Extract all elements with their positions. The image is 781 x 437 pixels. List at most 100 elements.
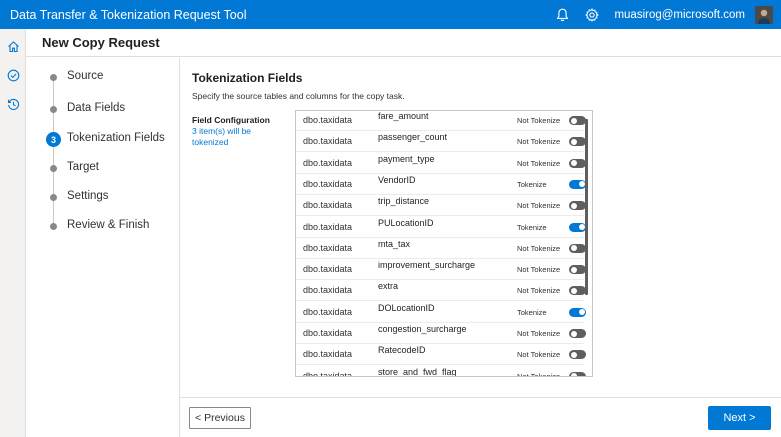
field-column-name: congestion_surcharge xyxy=(378,324,467,334)
next-button[interactable]: Next > xyxy=(708,406,771,430)
tokenize-toggle[interactable] xyxy=(569,307,586,317)
toggle-knob xyxy=(570,287,577,294)
field-table-name: dbo.taxidata xyxy=(303,370,353,377)
wizard-stepper: Source Data Fields 3 Tokenization Fields… xyxy=(26,58,180,437)
user-email[interactable]: muasirog@microsoft.com xyxy=(614,9,745,21)
tokenize-toggle[interactable] xyxy=(569,371,586,376)
step-label: Review & Finish xyxy=(67,219,150,231)
toggle-knob xyxy=(578,309,585,316)
tokenize-toggle[interactable] xyxy=(569,201,586,211)
tokenize-toggle[interactable] xyxy=(569,116,586,125)
section-title: Tokenization Fields xyxy=(192,71,303,85)
field-list[interactable]: dbo.taxidata fare_amount Not Tokenize dbo.t… xyxy=(295,110,593,377)
step-label: Target xyxy=(67,161,99,173)
left-nav-rail xyxy=(0,29,26,437)
page-header: New Copy Request xyxy=(26,29,781,57)
field-table-name: dbo.taxidata xyxy=(303,178,353,189)
app-title: Data Transfer & Tokenization Request Too… xyxy=(10,7,247,22)
field-table-name: dbo.taxidata xyxy=(303,200,353,211)
field-table-name: dbo.taxidata xyxy=(303,115,353,125)
tokenize-toggle[interactable] xyxy=(569,137,586,147)
step-label: Data Fields xyxy=(67,102,126,114)
field-token-status: Not Tokenize xyxy=(517,158,561,168)
field-row: dbo.taxidata PULocationID Tokenize xyxy=(296,217,586,238)
field-row: dbo.taxidata trip_distance Not Tokenize xyxy=(296,195,586,217)
avatar[interactable] xyxy=(755,5,773,24)
step-tokenization-fields[interactable]: 3 Tokenization Fields xyxy=(26,130,180,150)
toggle-knob xyxy=(570,202,577,209)
field-row: dbo.taxidata payment_type Not Tokenize xyxy=(296,153,586,174)
field-column-name: PULocationID xyxy=(378,217,434,228)
toggle-knob xyxy=(578,224,585,230)
toggle-knob xyxy=(570,373,577,376)
bell-icon[interactable] xyxy=(554,7,570,23)
page-title: New Copy Request xyxy=(42,35,160,50)
field-row: dbo.taxidata congestion_surcharge Not Toke… xyxy=(296,323,586,344)
previous-button[interactable]: < Previous xyxy=(189,407,251,429)
step-dot xyxy=(50,223,57,230)
home-icon[interactable] xyxy=(5,38,21,54)
gear-icon[interactable] xyxy=(584,7,600,23)
tokenize-toggle[interactable] xyxy=(569,350,586,360)
step-label: Source xyxy=(67,70,104,82)
step-dot xyxy=(50,194,57,201)
toggle-knob xyxy=(570,138,577,145)
field-table-name: dbo.taxidata xyxy=(303,157,353,168)
toggle-knob xyxy=(570,351,577,358)
field-column-name: extra xyxy=(378,281,399,292)
step-label: Tokenization Fields xyxy=(67,132,165,144)
field-token-status: Not Tokenize xyxy=(517,201,561,211)
field-row: dbo.taxidata fare_amount Not Tokenize xyxy=(296,111,586,131)
field-column-name: fare_amount xyxy=(378,111,429,121)
main-content: Tokenization Fields Specify the source t… xyxy=(180,58,781,397)
field-table-name: dbo.taxidata xyxy=(303,328,353,338)
tokenize-toggle[interactable] xyxy=(569,286,586,296)
field-table-name: dbo.taxidata xyxy=(303,221,353,232)
tokenize-toggle[interactable] xyxy=(569,158,586,168)
field-table-name: dbo.taxidata xyxy=(303,349,353,360)
toggle-knob xyxy=(570,330,577,337)
field-row: dbo.taxidata passenger_count Not Tokenize xyxy=(296,131,586,153)
field-column-name: mta_tax xyxy=(378,238,411,249)
field-column-name: improvement_surcharge xyxy=(378,260,476,271)
field-row: dbo.taxidata VendorID Tokenize xyxy=(296,174,586,195)
field-table-name: dbo.taxidata xyxy=(303,306,353,317)
footer-bar: < Previous Next > xyxy=(180,397,781,437)
field-token-status: Not Tokenize xyxy=(517,116,561,125)
field-column-name: VendorID xyxy=(378,174,416,185)
top-bar: Data Transfer & Tokenization Request Too… xyxy=(0,0,781,29)
field-row: dbo.taxidata improvement_surcharge Not Tok… xyxy=(296,259,586,281)
step-data-fields[interactable]: Data Fields xyxy=(26,100,180,120)
tokenize-toggle[interactable] xyxy=(569,222,586,232)
tokenize-toggle[interactable] xyxy=(569,179,586,189)
field-table-name: dbo.taxidata xyxy=(303,264,353,275)
scrollbar[interactable] xyxy=(585,119,588,295)
tokenize-toggle[interactable] xyxy=(569,243,586,253)
field-token-status: Not Tokenize xyxy=(517,329,561,338)
step-dot xyxy=(50,74,57,81)
tokenize-toggle[interactable] xyxy=(569,265,586,275)
field-row: dbo.taxidata extra Not Tokenize xyxy=(296,280,586,302)
step-source[interactable]: Source xyxy=(26,68,180,88)
toggle-knob xyxy=(570,266,577,273)
field-token-status: Not Tokenize xyxy=(517,137,561,147)
history-icon[interactable] xyxy=(5,96,21,112)
step-review-finish[interactable]: Review & Finish xyxy=(26,217,180,237)
step-settings[interactable]: Settings xyxy=(26,188,180,208)
field-table-name: dbo.taxidata xyxy=(303,285,353,296)
field-token-status: Tokenize xyxy=(517,307,547,317)
section-description: Specify the source tables and columns fo… xyxy=(192,91,405,101)
field-column-name: passenger_count xyxy=(378,132,448,143)
field-row: dbo.taxidata store_and_fwd_flag Not Tokeni… xyxy=(296,366,586,377)
field-table-name: dbo.taxidata xyxy=(303,136,353,147)
field-token-status: Not Tokenize xyxy=(517,243,561,253)
step-label: Settings xyxy=(67,190,109,202)
tokenize-toggle[interactable] xyxy=(569,329,586,338)
field-token-status: Tokenize xyxy=(517,222,547,232)
check-circle-icon[interactable] xyxy=(5,67,21,83)
field-row: dbo.taxidata mta_tax Not Tokenize xyxy=(296,238,586,259)
toggle-knob xyxy=(578,181,585,188)
field-token-status: Tokenize xyxy=(517,179,547,189)
field-column-name: trip_distance xyxy=(378,196,430,207)
step-target[interactable]: Target xyxy=(26,159,180,179)
